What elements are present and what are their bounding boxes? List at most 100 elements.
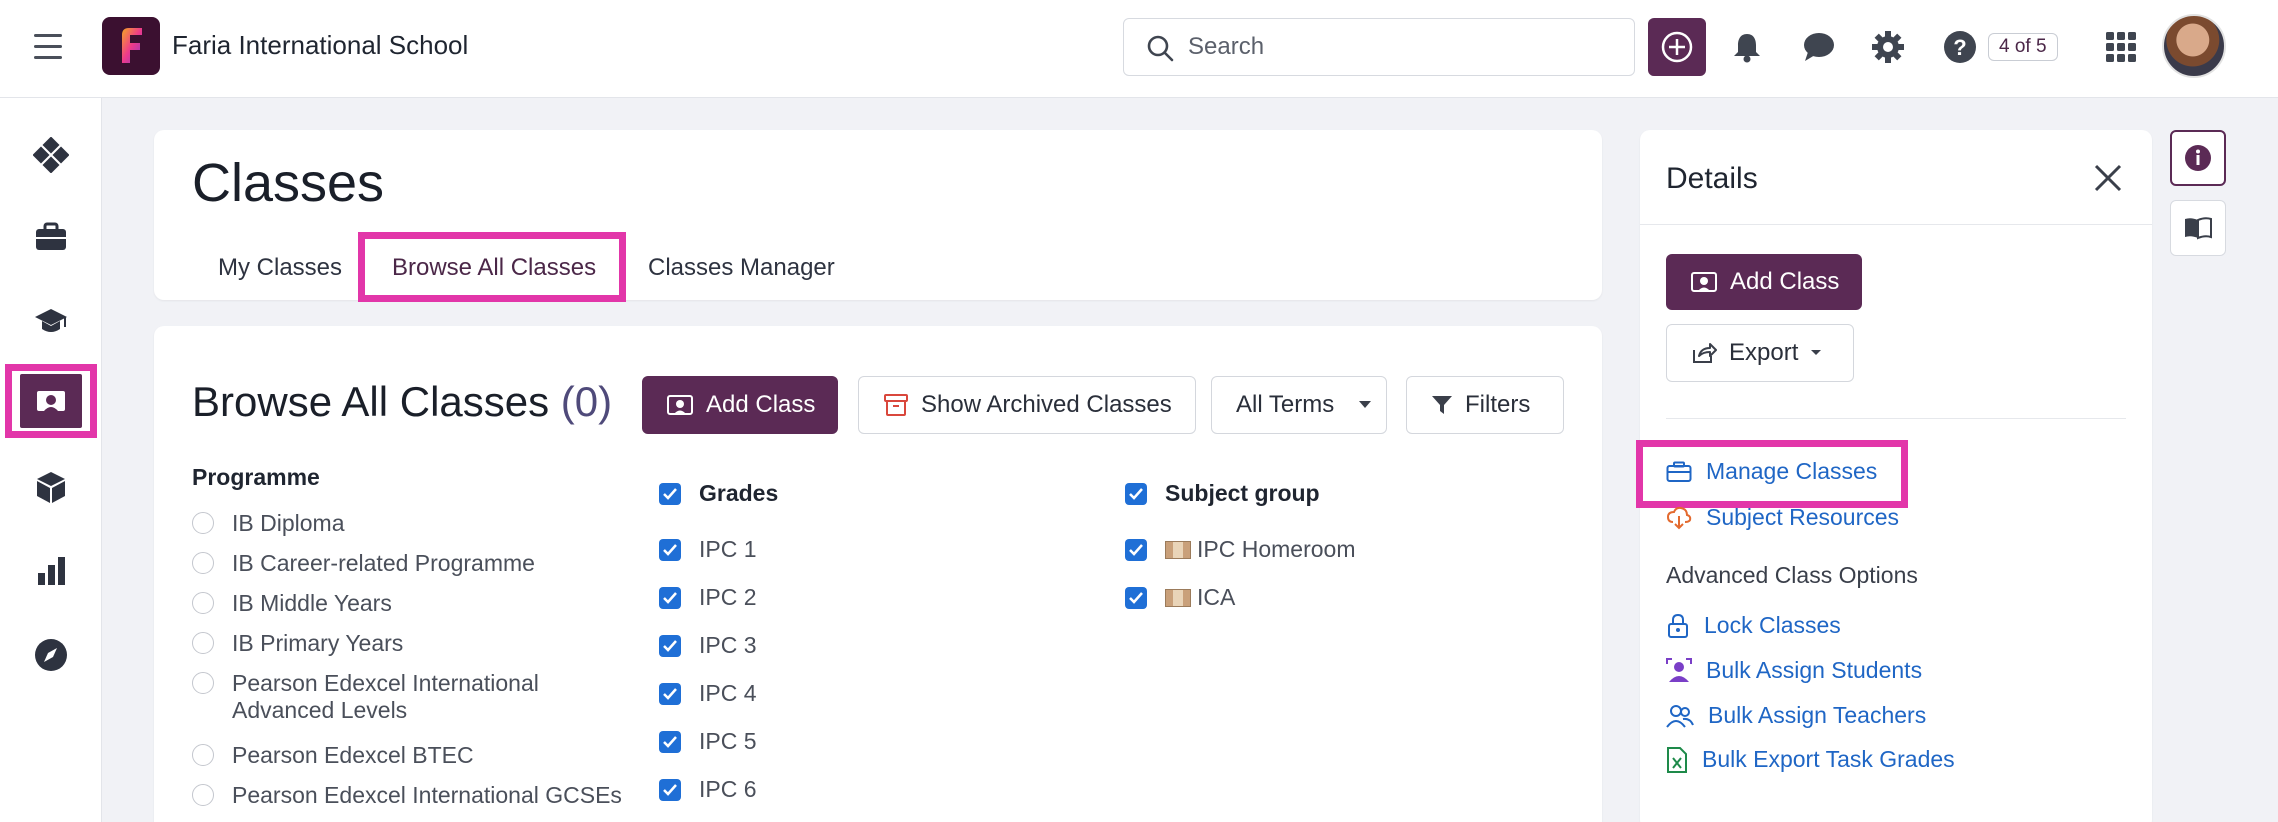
terms-dropdown[interactable]: All Terms xyxy=(1211,376,1387,434)
subject-group-option[interactable]: IPC Homeroom xyxy=(1125,536,1355,563)
close-icon[interactable] xyxy=(2090,160,2126,196)
nav-bar-chart-icon[interactable] xyxy=(18,538,84,604)
programme-option-label: Pearson Edexcel BTEC xyxy=(232,742,474,768)
hamburger-menu-icon[interactable] xyxy=(34,34,62,60)
gear-icon[interactable] xyxy=(1869,28,1907,66)
search-box[interactable] xyxy=(1123,18,1635,76)
radio-button[interactable] xyxy=(192,512,214,534)
create-button[interactable] xyxy=(1648,18,1706,76)
bulk-assign-teachers-link[interactable]: Bulk Assign Teachers xyxy=(1666,702,1926,729)
filters-label: Filters xyxy=(1465,391,1531,418)
programme-option-label: Pearson Edexcel International GCSEs xyxy=(232,782,622,808)
nav-briefcase-icon[interactable] xyxy=(18,204,84,270)
checkbox-checked[interactable] xyxy=(659,730,681,753)
grade-label: IPC 5 xyxy=(699,728,757,754)
checkbox-checked[interactable] xyxy=(659,682,681,705)
programme-option[interactable]: Pearson Edexcel International GCSEs xyxy=(192,782,622,809)
tab-classes-manager[interactable]: Classes Manager xyxy=(648,254,835,282)
grade-label: IPC 4 xyxy=(699,680,757,706)
grade-label: IPC 1 xyxy=(699,536,757,562)
details-title: Details xyxy=(1666,162,1758,195)
school-logo[interactable] xyxy=(102,17,160,75)
programme-option-label: IB Career-related Programme xyxy=(232,550,535,576)
checkbox-checked[interactable] xyxy=(659,778,681,801)
grades-select-all[interactable]: Grades xyxy=(659,480,778,507)
grade-option[interactable]: IPC 2 xyxy=(659,584,757,611)
radio-button[interactable] xyxy=(192,592,214,614)
guide-panel-button[interactable] xyxy=(2170,200,2226,256)
radio-button[interactable] xyxy=(192,552,214,574)
grade-option[interactable]: IPC 6 xyxy=(659,776,757,803)
tab-browse-all-classes[interactable]: Browse All Classes xyxy=(392,254,596,282)
show-archived-label: Show Archived Classes xyxy=(921,391,1172,418)
search-icon xyxy=(1147,35,1174,62)
grade-option[interactable]: IPC 1 xyxy=(659,536,757,563)
nav-dashboard-icon[interactable] xyxy=(18,122,84,188)
chat-icon[interactable] xyxy=(1800,28,1838,66)
checkbox-checked[interactable] xyxy=(1125,586,1147,609)
programme-option[interactable]: IB Primary Years xyxy=(192,630,403,657)
programme-label: Programme xyxy=(192,464,320,490)
programme-option[interactable]: IB Career-related Programme xyxy=(192,550,535,577)
radio-button[interactable] xyxy=(192,632,214,654)
programme-option[interactable]: IB Diploma xyxy=(192,510,344,537)
checkbox-checked[interactable] xyxy=(659,586,681,609)
nav-compass-icon[interactable] xyxy=(18,622,84,688)
nav-classes-icon[interactable] xyxy=(5,364,97,438)
lock-classes-link[interactable]: Lock Classes xyxy=(1666,612,1841,639)
divider xyxy=(1640,224,2152,225)
bulk-assign-students-link[interactable]: Bulk Assign Students xyxy=(1666,657,1922,684)
checkbox-checked[interactable] xyxy=(1125,482,1147,505)
programme-option[interactable]: IB Middle Years xyxy=(192,590,392,617)
grade-option[interactable]: IPC 3 xyxy=(659,632,757,659)
excel-file-icon xyxy=(1667,746,1687,773)
programme-option-line-1: Pearson Edexcel International xyxy=(232,670,539,696)
user-avatar[interactable] xyxy=(2162,14,2226,78)
lock-classes-label: Lock Classes xyxy=(1704,612,1841,638)
programme-option[interactable]: Pearson Edexcel BTEC xyxy=(192,742,474,769)
manage-classes-link[interactable]: Manage Classes xyxy=(1666,458,1877,485)
show-archived-button[interactable]: Show Archived Classes xyxy=(858,376,1196,434)
help-icon[interactable]: ? xyxy=(1941,28,1979,66)
info-panel-button[interactable] xyxy=(2170,130,2226,186)
grade-option[interactable]: IPC 4 xyxy=(659,680,757,707)
details-add-class-label: Add Class xyxy=(1730,268,1840,295)
subject-group-option[interactable]: ICA xyxy=(1125,584,1235,611)
filters-button[interactable]: Filters xyxy=(1406,376,1564,434)
add-class-button[interactable]: Add Class xyxy=(642,376,838,434)
checkbox-checked[interactable] xyxy=(659,482,681,505)
add-class-icon xyxy=(667,395,693,415)
programme-option-line-2: Advanced Levels xyxy=(232,697,408,723)
subject-group-select-all[interactable]: Subject group xyxy=(1125,480,1320,507)
programme-option[interactable]: Pearson Edexcel International Advanced Le… xyxy=(192,670,539,724)
tab-my-classes[interactable]: My Classes xyxy=(218,254,342,282)
bulk-assign-students-label: Bulk Assign Students xyxy=(1706,657,1923,683)
students-icon xyxy=(1666,657,1692,682)
radio-button[interactable] xyxy=(192,744,214,766)
details-add-class-button[interactable]: Add Class xyxy=(1666,254,1862,310)
school-name[interactable]: Faria International School xyxy=(172,30,468,61)
programme-option-label: IB Middle Years xyxy=(232,590,392,616)
radio-button[interactable] xyxy=(192,672,214,694)
search-input[interactable] xyxy=(1188,31,1608,63)
bell-icon[interactable] xyxy=(1728,28,1766,66)
subject-resources-link[interactable]: Subject Resources xyxy=(1666,504,1899,531)
export-dropdown[interactable]: Export xyxy=(1666,324,1854,382)
grade-option[interactable]: IPC 5 xyxy=(659,728,757,755)
nav-graduation-cap-icon[interactable] xyxy=(18,288,84,354)
checkbox-checked[interactable] xyxy=(1125,538,1147,561)
bulk-export-task-grades-link[interactable]: Bulk Export Task Grades xyxy=(1666,746,1955,773)
checkbox-checked[interactable] xyxy=(659,538,681,561)
subject-group-item-label: ICA xyxy=(1197,584,1236,610)
book-icon xyxy=(2185,217,2212,240)
page-title: Classes xyxy=(192,153,385,213)
briefcase-icon xyxy=(1666,461,1692,482)
checkbox-checked[interactable] xyxy=(659,634,681,657)
radio-button[interactable] xyxy=(192,784,214,806)
caret-down-icon xyxy=(1359,401,1372,408)
programme-option-label: IB Primary Years xyxy=(232,630,404,656)
nav-cube-icon[interactable] xyxy=(18,454,84,520)
apps-grid-icon[interactable] xyxy=(2102,28,2140,66)
export-icon xyxy=(1693,343,1717,363)
caret-down-icon xyxy=(1811,350,1822,355)
